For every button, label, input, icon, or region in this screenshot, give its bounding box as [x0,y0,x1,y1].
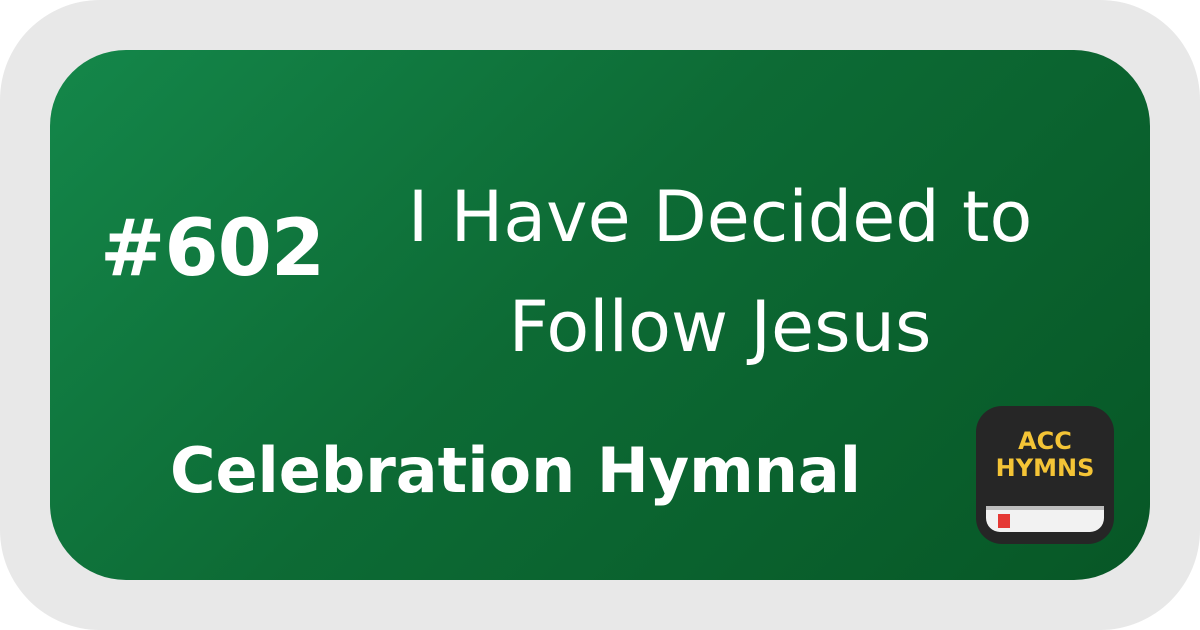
hymn-title-line-2: Follow Jesus [508,286,932,368]
bookmark-ribbon-icon [998,514,1010,528]
hymn-card: #602 I Have Decided to Follow Jesus Cele… [50,50,1150,580]
hymn-number: #602 [100,204,325,294]
logo-text: ACC HYMNS [976,428,1114,482]
frame: #602 I Have Decided to Follow Jesus Cele… [0,0,1200,630]
logo-text-line-1: ACC [1018,427,1072,455]
hymn-title: I Have Decided to Follow Jesus [360,162,1080,382]
hymn-title-line-1: I Have Decided to [407,176,1033,258]
logo-text-line-2: HYMNS [995,454,1095,482]
acc-hymns-logo: ACC HYMNS [976,406,1114,544]
hymnal-name: Celebration Hymnal [170,434,861,507]
